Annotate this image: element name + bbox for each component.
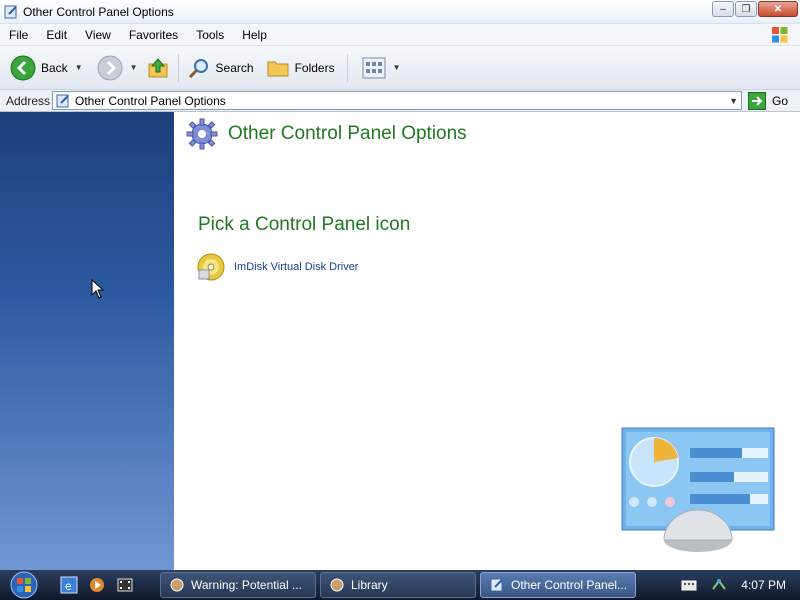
- minimize-button[interactable]: –: [712, 1, 734, 17]
- disk-icon: [197, 253, 225, 281]
- taskbar: e Warning: Potential ... Library Other C…: [0, 570, 800, 600]
- window-title: Other Control Panel Options: [23, 4, 174, 19]
- search-button[interactable]: Search: [183, 51, 258, 85]
- views-button[interactable]: ▼: [358, 51, 405, 85]
- task-pane: [0, 112, 174, 570]
- forward-dropdown-icon[interactable]: ▼: [130, 63, 138, 72]
- control-panel-icon: [490, 578, 503, 592]
- internet-explorer-icon[interactable]: e: [60, 576, 78, 594]
- folders-label: Folders: [294, 60, 335, 75]
- taskbar-item-label: Library: [351, 578, 388, 592]
- taskbar-item-label: Other Control Panel...: [511, 578, 628, 592]
- quick-launch: e: [60, 576, 156, 594]
- svg-text:e: e: [65, 579, 72, 593]
- folders-button[interactable]: Folders: [262, 51, 339, 85]
- back-label: Back: [41, 60, 68, 75]
- menu-bar: File Edit View Favorites Tools Help: [0, 24, 800, 46]
- system-tray: 4:07 PM: [681, 577, 800, 593]
- taskbar-item-library[interactable]: Library: [320, 572, 476, 598]
- menu-edit[interactable]: Edit: [37, 28, 76, 42]
- start-button[interactable]: [6, 570, 42, 600]
- address-value: Other Control Panel Options: [75, 93, 226, 108]
- windows-logo-icon: [766, 24, 794, 46]
- network-icon[interactable]: [711, 577, 727, 593]
- page-title: Other Control Panel Options: [228, 123, 467, 144]
- views-dropdown-icon[interactable]: ▼: [393, 63, 401, 72]
- taskbar-item-label: Warning: Potential ...: [191, 578, 302, 592]
- address-dropdown-icon[interactable]: ▼: [729, 96, 738, 106]
- toolbar: Back ▼ ▼ Search Folders ▼: [0, 46, 800, 90]
- control-panel-icon: [4, 5, 17, 18]
- up-folder-button[interactable]: [142, 51, 174, 85]
- views-icon: [362, 57, 386, 78]
- forward-button[interactable]: ▼: [93, 51, 142, 85]
- mouse-cursor-icon: [91, 279, 105, 299]
- close-button[interactable]: ✕: [758, 1, 798, 17]
- title-bar: Other Control Panel Options – ❐ ✕: [0, 0, 800, 24]
- toolbar-separator: [177, 53, 179, 82]
- forward-arrow-icon: [97, 55, 123, 80]
- page-header: Other Control Panel Options: [186, 118, 467, 150]
- media-player-icon[interactable]: [88, 576, 106, 594]
- menu-tools[interactable]: Tools: [187, 28, 233, 42]
- control-panel-item-label: ImDisk Virtual Disk Driver: [234, 261, 359, 273]
- taskbar-item-warning[interactable]: Warning: Potential ...: [160, 572, 316, 598]
- library-icon: [330, 578, 344, 592]
- up-folder-icon: [148, 57, 168, 77]
- windows-logo-icon: [10, 571, 38, 599]
- folder-icon: [267, 61, 289, 76]
- menu-help[interactable]: Help: [233, 28, 276, 42]
- section-title: Pick a Control Panel icon: [198, 214, 411, 235]
- menu-favorites[interactable]: Favorites: [120, 28, 187, 42]
- control-panel-item[interactable]: ImDisk Virtual Disk Driver: [196, 252, 358, 282]
- movie-maker-icon[interactable]: [116, 576, 134, 594]
- address-label: Address: [6, 93, 51, 108]
- toolbar-separator: [346, 53, 348, 82]
- window-controls: – ❐ ✕: [712, 1, 798, 17]
- security-icon: [170, 578, 184, 592]
- gear-icon: [186, 118, 218, 150]
- content-pane: Other Control Panel Options Pick a Contr…: [174, 112, 800, 570]
- control-panel-watermark-icon: [621, 427, 775, 552]
- taskbar-item-control-panel[interactable]: Other Control Panel...: [480, 572, 636, 598]
- maximize-button[interactable]: ❐: [735, 1, 757, 17]
- search-icon: [188, 58, 208, 78]
- menu-view[interactable]: View: [76, 28, 120, 42]
- back-arrow-icon: [10, 55, 36, 80]
- search-label: Search: [215, 60, 254, 75]
- control-panel-icon: [56, 94, 69, 107]
- menu-file[interactable]: File: [0, 28, 37, 42]
- keyboard-icon[interactable]: [681, 577, 697, 593]
- go-label: Go: [772, 93, 789, 108]
- clock[interactable]: 4:07 PM: [741, 578, 786, 592]
- back-button[interactable]: Back ▼: [6, 51, 87, 85]
- go-arrow-icon: [748, 91, 766, 110]
- address-input[interactable]: Other Control Panel Options ▼: [52, 91, 742, 110]
- address-bar: Address Other Control Panel Options ▼ Go: [0, 90, 800, 112]
- go-button[interactable]: Go: [748, 91, 789, 110]
- back-dropdown-icon[interactable]: ▼: [75, 63, 83, 72]
